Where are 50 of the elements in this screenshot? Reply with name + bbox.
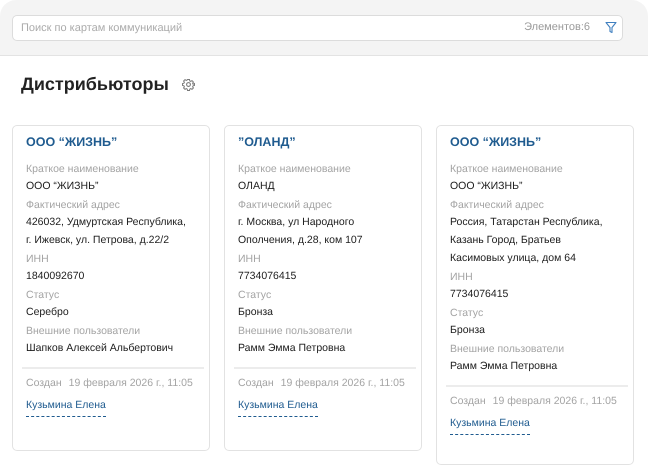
field-label: Внешние пользователи xyxy=(26,324,142,339)
field-value: 7734076415 xyxy=(450,287,510,302)
created-date: 19 февраля 2026 г., 11:05 xyxy=(492,395,617,407)
field-label: Внешние пользователи xyxy=(450,342,566,357)
created-label: Создан xyxy=(238,377,274,389)
field-value: 1840092670 xyxy=(26,269,86,284)
field-value: Шапков Алексей Альбертович xyxy=(26,341,174,356)
author-link[interactable]: Кузьмина Елена xyxy=(26,397,106,417)
card-title[interactable]: ООО “ЖИЗНЬ” xyxy=(450,135,625,151)
field-value: г. Ижевск, ул. Петрова, д.22/2 xyxy=(26,233,170,248)
field-label: Краткое наименование xyxy=(238,162,352,177)
field-value: Бронза xyxy=(238,305,274,320)
field-value: ООО “ЖИЗНЬ” xyxy=(450,179,524,194)
field-value: Россия, Татарстан Республика, xyxy=(450,215,604,230)
field-value: 7734076415 xyxy=(238,269,298,284)
field-value: Серебро xyxy=(26,305,70,320)
field-value: ООО “ЖИЗНЬ” xyxy=(26,179,100,194)
field-value: Касимовых улица, дом 64 xyxy=(450,251,577,266)
field-label: Статус xyxy=(450,306,484,321)
field-value: Казань Город, Братьев xyxy=(450,233,562,248)
field-label: ИНН xyxy=(450,270,474,285)
field-label: Фактический адрес xyxy=(26,198,121,213)
field-label: Статус xyxy=(26,288,60,303)
settings-icon[interactable] xyxy=(182,78,195,90)
created-date: 19 февраля 2026 г., 11:05 xyxy=(280,377,405,389)
field-label: Фактический адрес xyxy=(450,198,545,213)
field-label: Фактический адрес xyxy=(238,198,333,213)
field-label: Краткое наименование xyxy=(450,162,564,177)
field-label: Статус xyxy=(238,288,272,303)
created-date: 19 февраля 2026 г., 11:05 xyxy=(68,377,193,389)
field-label: Краткое наименование xyxy=(26,162,140,177)
card-title[interactable]: ”ОЛАНД” xyxy=(238,135,413,151)
element-count: Элементов:6 xyxy=(524,21,590,33)
field-value: Ополчения, д.28, ком 107 xyxy=(238,233,364,248)
filter-icon[interactable] xyxy=(605,21,617,34)
field-value: Бронза xyxy=(450,323,486,338)
created-label: Создан xyxy=(450,395,486,407)
field-value: 426032, Удмуртская Республика, xyxy=(26,215,187,230)
field-value: Рамм Эмма Петровна xyxy=(450,359,558,374)
field-label: Внешние пользователи xyxy=(238,324,354,339)
author-link[interactable]: Кузьмина Елена xyxy=(238,397,318,417)
created-label: Создан xyxy=(26,377,62,389)
field-value: Рамм Эмма Петровна xyxy=(238,341,346,356)
page-title: Дистрибьюторы xyxy=(21,74,169,94)
author-link[interactable]: Кузьмина Елена xyxy=(450,415,530,435)
field-value: г. Москва, ул Народного xyxy=(238,215,356,230)
field-label: ИНН xyxy=(238,252,262,267)
field-label: ИНН xyxy=(26,252,50,267)
field-value: ОЛАНД xyxy=(238,179,276,194)
card-title[interactable]: ООО “ЖИЗНЬ” xyxy=(26,135,201,151)
